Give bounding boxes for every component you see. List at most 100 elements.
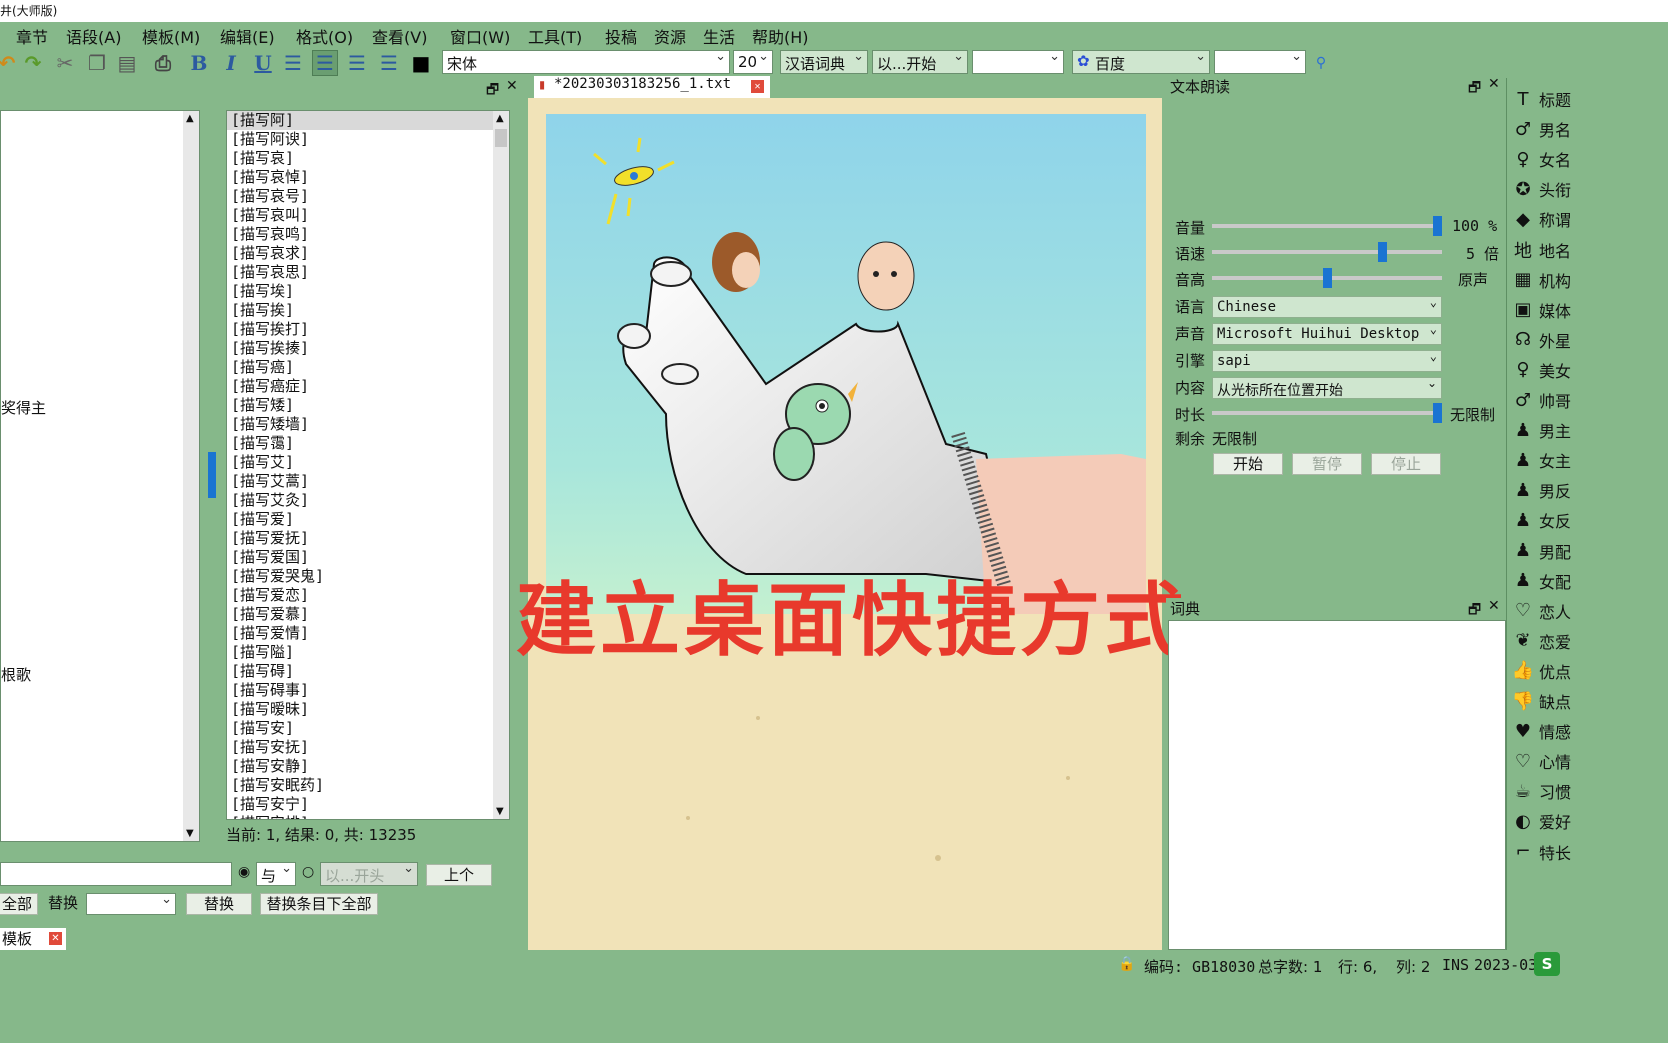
voice-select[interactable]: Microsoft Huihui Desktop bbox=[1212, 322, 1442, 345]
splitter-handle[interactable] bbox=[208, 452, 216, 498]
pitch-thumb[interactable] bbox=[1322, 268, 1332, 288]
scroll-down-icon[interactable]: ▼ bbox=[186, 828, 194, 839]
sidebar-item[interactable]: ◆ 称谓 bbox=[1511, 204, 1668, 234]
list-item[interactable]: [描写隘] bbox=[227, 643, 509, 662]
replace-below-button[interactable]: 替换条目下全部 bbox=[260, 893, 378, 915]
content-select[interactable]: 从光标所在位置开始 bbox=[1212, 376, 1442, 399]
pitch-slider[interactable] bbox=[1212, 268, 1442, 288]
menu-chapter[interactable]: 章节 bbox=[16, 24, 48, 48]
sidebar-item[interactable]: ♟ 男配 bbox=[1511, 536, 1668, 566]
menu-submit[interactable]: 投稿 bbox=[605, 24, 637, 48]
start-button[interactable]: 开始 bbox=[1213, 453, 1283, 475]
start-select[interactable]: 以...开头 bbox=[320, 861, 418, 886]
tab-template[interactable]: 模板 ✕ bbox=[0, 928, 66, 950]
list-item[interactable]: [描写哀叫] bbox=[227, 206, 509, 225]
menu-resources[interactable]: 资源 bbox=[654, 24, 686, 48]
close-icon[interactable]: ✕ bbox=[506, 78, 518, 94]
sidebar-item[interactable]: ♟ 女主 bbox=[1511, 445, 1668, 475]
list-item[interactable]: [描写安] bbox=[227, 719, 509, 738]
list-item[interactable]: [描写爱抚] bbox=[227, 529, 509, 548]
list-item[interactable]: [描写安排] bbox=[227, 814, 509, 819]
tree-scrollbar[interactable]: ▲ ▼ bbox=[183, 111, 199, 841]
sidebar-item[interactable]: ♀ 美女 bbox=[1511, 355, 1668, 385]
duration-slider[interactable] bbox=[1212, 403, 1442, 423]
scroll-thumb[interactable] bbox=[495, 129, 507, 147]
word-list-scrollbar[interactable]: ▲ ▼ bbox=[493, 111, 509, 819]
sidebar-item[interactable]: ⌐ 特长 bbox=[1511, 837, 1668, 867]
prev-button[interactable]: 上个 bbox=[426, 864, 492, 886]
sidebar-item[interactable]: ♂ 帅哥 bbox=[1511, 385, 1668, 415]
list-item[interactable]: [描写阿谀] bbox=[227, 130, 509, 149]
align-right-icon[interactable]: ☰ bbox=[344, 50, 370, 76]
menu-paragraph[interactable]: 语段(A) bbox=[66, 24, 121, 48]
sidebar-item[interactable]: ♟ 男主 bbox=[1511, 415, 1668, 445]
pause-button[interactable]: 暂停 bbox=[1292, 453, 1362, 475]
redo-icon[interactable]: ↷ bbox=[20, 50, 46, 76]
sidebar-item[interactable]: ♀ 女名 bbox=[1511, 144, 1668, 174]
menu-life[interactable]: 生活 bbox=[703, 24, 735, 48]
scroll-down-icon[interactable]: ▼ bbox=[496, 806, 504, 817]
list-item[interactable]: [描写安眠药] bbox=[227, 776, 509, 795]
list-item[interactable]: [描写爱慕] bbox=[227, 605, 509, 624]
list-item[interactable]: [描写阿] bbox=[227, 111, 509, 130]
sidebar-item[interactable]: ♂ 男名 bbox=[1511, 114, 1668, 144]
list-item[interactable]: [描写霭] bbox=[227, 434, 509, 453]
list-item[interactable]: [描写艾灸] bbox=[227, 491, 509, 510]
search-engine-select[interactable]: ✿ 百度 bbox=[1072, 49, 1210, 74]
chapter-tree[interactable]: 奖得主 根歌 ▲ ▼ bbox=[0, 110, 200, 842]
sidebar-item[interactable]: ♡ 心情 bbox=[1511, 746, 1668, 776]
list-item[interactable]: [描写艾蒿] bbox=[227, 472, 509, 491]
volume-slider[interactable] bbox=[1212, 216, 1442, 236]
sidebar-item[interactable]: ♡ 恋人 bbox=[1511, 596, 1668, 626]
sidebar-item[interactable]: 地地名 bbox=[1511, 235, 1668, 265]
sidebar-item[interactable]: T 标题 bbox=[1511, 84, 1668, 114]
close-icon[interactable]: ✕ bbox=[751, 80, 764, 93]
list-item[interactable]: [描写癌症] bbox=[227, 377, 509, 396]
close-icon[interactable]: ✕ bbox=[1488, 76, 1500, 92]
sidebar-item[interactable]: ♟ 男反 bbox=[1511, 475, 1668, 505]
sidebar-item[interactable]: ▣ 媒体 bbox=[1511, 295, 1668, 325]
list-item[interactable]: [描写哀] bbox=[227, 149, 509, 168]
language-select[interactable]: Chinese bbox=[1212, 295, 1442, 318]
paste-icon[interactable]: ▤ bbox=[114, 50, 140, 76]
sidebar-item[interactable]: ☊ 外星 bbox=[1511, 325, 1668, 355]
list-item[interactable]: [描写挨揍] bbox=[227, 339, 509, 358]
list-item[interactable]: [描写哀鸣] bbox=[227, 225, 509, 244]
editor-tab[interactable]: ▮ *20230303183256_1.txt ✕ bbox=[534, 76, 770, 98]
restore-icon[interactable]: 🗗 bbox=[1468, 77, 1481, 101]
font-size-select[interactable]: 20 bbox=[733, 49, 773, 74]
align-left-icon[interactable]: ☰ bbox=[280, 50, 306, 76]
restore-icon[interactable]: 🗗 bbox=[486, 79, 499, 103]
list-item[interactable]: [描写碍] bbox=[227, 662, 509, 681]
list-item[interactable]: [描写爱哭鬼] bbox=[227, 567, 509, 586]
print-icon[interactable]: ⎙ bbox=[150, 50, 176, 76]
list-item[interactable]: [描写安静] bbox=[227, 757, 509, 776]
list-item[interactable]: [描写埃] bbox=[227, 282, 509, 301]
sidebar-item[interactable]: ✪ 头衔 bbox=[1511, 174, 1668, 204]
color-icon[interactable]: ■ bbox=[408, 50, 434, 76]
list-item[interactable]: [描写哀思] bbox=[227, 263, 509, 282]
sidebar-item[interactable]: ❦ 恋爱 bbox=[1511, 626, 1668, 656]
sidebar-item[interactable]: 👍 优点 bbox=[1511, 656, 1668, 686]
sidebar-item[interactable]: ☕ 习惯 bbox=[1511, 776, 1668, 806]
list-item[interactable]: [描写爱国] bbox=[227, 548, 509, 567]
find-input[interactable] bbox=[0, 862, 232, 886]
editor-paper[interactable]: 建立桌面快捷方式 bbox=[516, 98, 1184, 950]
menu-tools[interactable]: 工具(T) bbox=[528, 24, 582, 48]
replace-select[interactable] bbox=[86, 892, 176, 915]
list-item[interactable]: [描写挨打] bbox=[227, 320, 509, 339]
engine-select[interactable]: sapi bbox=[1212, 349, 1442, 372]
list-item[interactable]: [描写挨] bbox=[227, 301, 509, 320]
replace-all-button[interactable]: 全部 bbox=[0, 893, 38, 915]
stop-button[interactable]: 停止 bbox=[1371, 453, 1441, 475]
ime-icon[interactable]: S bbox=[1534, 952, 1560, 976]
list-item[interactable]: [描写矮] bbox=[227, 396, 509, 415]
match-mode-select[interactable]: 以...开始 bbox=[872, 49, 968, 74]
bold-button[interactable]: B bbox=[186, 50, 212, 76]
menu-template[interactable]: 模板(M) bbox=[142, 24, 200, 48]
font-name-select[interactable]: 宋体 bbox=[442, 49, 730, 74]
duration-thumb[interactable] bbox=[1433, 403, 1442, 423]
sidebar-item[interactable]: ♟ 女反 bbox=[1511, 505, 1668, 535]
list-item[interactable]: [描写哀求] bbox=[227, 244, 509, 263]
search-icon[interactable]: ⚲ bbox=[1308, 50, 1334, 76]
